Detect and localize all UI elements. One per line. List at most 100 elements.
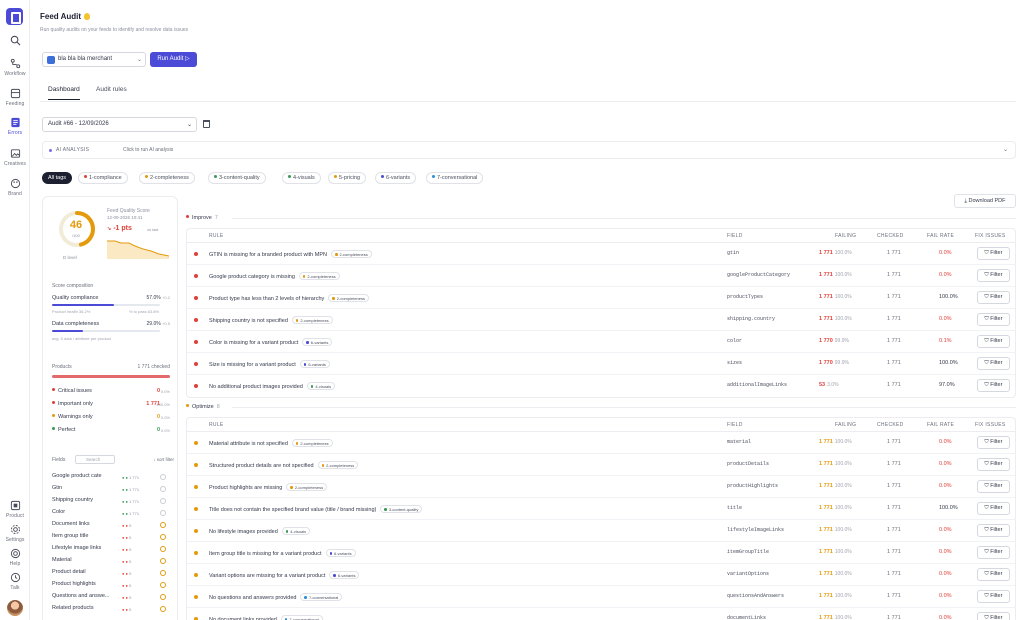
rail-errors[interactable]: Errors	[0, 117, 30, 136]
rule-tag[interactable]: 2-completeness	[317, 461, 359, 469]
field-cell: title	[727, 505, 743, 511]
fail-rate-cell: 100.0%	[939, 294, 958, 300]
products-row-critical[interactable]: Critical issues 0 0.0%	[52, 388, 170, 394]
filter-button[interactable]: ⛉ Filter	[977, 357, 1010, 370]
chip-visuals[interactable]: 4-visuals	[282, 172, 321, 184]
field-row[interactable]: Product highlights ● ● 0	[52, 581, 174, 591]
chip-label: 3-content-quality	[219, 175, 260, 181]
filter-button[interactable]: ⛉ Filter	[977, 480, 1010, 493]
products-bar	[52, 375, 170, 378]
health-label: Product health 36.2%	[52, 309, 91, 314]
tag-dot	[306, 341, 309, 344]
rule-tag[interactable]: 6-variants	[299, 360, 330, 368]
filter-button[interactable]: ⛉ Filter	[977, 590, 1010, 603]
field-row[interactable]: Product detail ● ● 0	[52, 569, 174, 579]
field-row[interactable]: Lifestyle image links ● ● 0	[52, 545, 174, 555]
field-row[interactable]: Google product cate ● ● 1 771	[52, 473, 174, 483]
rule-cell: Product type has less than 2 levels of h…	[209, 294, 370, 302]
rule-tag[interactable]: 2-completeness	[291, 439, 333, 447]
merchant-select[interactable]: bla bla bla merchant ⌄	[42, 52, 146, 67]
rail-settings[interactable]: Settings	[0, 524, 30, 543]
rule-tag[interactable]: 2-completeness	[331, 250, 372, 258]
filter-button[interactable]: ⛉ Filter	[977, 568, 1010, 581]
page-header: Feed Audit Run quality audits on your fe…	[40, 12, 188, 33]
rail-talk[interactable]: Talk	[0, 572, 30, 591]
field-name: Color	[52, 509, 66, 515]
field-name: Material	[52, 557, 72, 563]
rule-tag[interactable]: 4-visuals	[306, 382, 336, 390]
rail-feeding[interactable]: Feeding	[0, 88, 30, 107]
filter-button[interactable]: ⛉ Filter	[977, 335, 1010, 348]
field-row[interactable]: Color ● ● 1 771	[52, 509, 174, 519]
products-row-warnings[interactable]: Warnings only 0 0.0%	[52, 414, 170, 420]
download-pdf-button[interactable]: ⤓ Download PDF	[954, 194, 1016, 208]
rule-tag[interactable]: 2-completeness	[328, 294, 370, 302]
field-row[interactable]: Material ● ● 0	[52, 557, 174, 567]
rule-tag[interactable]: 2-completeness	[298, 272, 340, 280]
filter-button[interactable]: ⛉ Filter	[977, 247, 1010, 260]
failing-cell: 1 771 100.0%	[819, 483, 852, 489]
ai-analysis-link[interactable]: Click to run AI analysis	[123, 147, 173, 153]
rail-brand[interactable]: Brand	[0, 178, 30, 197]
tag-dot	[329, 552, 332, 555]
field-row[interactable]: Shipping country ● ● 1 771	[52, 497, 174, 507]
chip-variants[interactable]: 6-variants	[375, 172, 417, 184]
chip-completeness[interactable]: 2-completeness	[139, 172, 195, 184]
field-row[interactable]: Questions and answe... ● ● 0	[52, 593, 174, 603]
trash-icon[interactable]	[203, 120, 210, 128]
status-dot	[52, 388, 55, 391]
field-row[interactable]: Document links ● ● 0	[52, 521, 174, 531]
chip-compliance[interactable]: 1-compliance	[78, 172, 128, 184]
user-avatar[interactable]	[7, 600, 23, 616]
rail-creatives[interactable]: Creatives	[0, 148, 30, 167]
rule-tag[interactable]: 6-variants	[302, 338, 333, 346]
field-row[interactable]: Related products ● ● 0	[52, 605, 174, 615]
filter-button[interactable]: ⛉ Filter	[977, 313, 1010, 326]
filter-button[interactable]: ⛉ Filter	[977, 436, 1010, 449]
rule-tag[interactable]: 3-content-quality	[380, 505, 423, 513]
filter-button[interactable]: ⛉ Filter	[977, 458, 1010, 471]
field-cell: productHighlights	[727, 483, 779, 489]
optimize-count: 8	[216, 404, 220, 410]
chip-content-quality[interactable]: 3-content-quality	[208, 172, 266, 184]
chip-all-tags[interactable]: All tags	[42, 172, 73, 184]
quality-value: 57.0% +0.2	[147, 295, 170, 301]
filter-button[interactable]: ⛉ Filter	[977, 502, 1010, 515]
tab-dashboard[interactable]: Dashboard	[48, 86, 80, 100]
products-row-important[interactable]: Important only 1 771 100.0%	[52, 401, 170, 407]
chip-pricing[interactable]: 5-pricing	[328, 172, 367, 184]
run-audit-button[interactable]: Run Audit ▷	[150, 52, 197, 67]
rail-help[interactable]: Help	[0, 548, 30, 567]
audit-select[interactable]: Audit #66 - 12/09/2026 ⌄	[42, 117, 197, 132]
rail-workflow[interactable]: Workflow	[0, 58, 30, 77]
rule-tag[interactable]: 4-visuals	[281, 527, 311, 535]
tag-label: 2-completeness	[326, 463, 355, 468]
filter-button[interactable]: ⛉ Filter	[977, 291, 1010, 304]
errors-icon	[10, 117, 20, 128]
filter-button[interactable]: ⛉ Filter	[977, 612, 1010, 620]
products-row-perfect[interactable]: Perfect 0 0.0%	[52, 427, 170, 433]
tag-dot	[214, 175, 217, 178]
filter-button[interactable]: ⛉ Filter	[977, 546, 1010, 559]
ai-analysis-bar[interactable]: AI ANALYSIS Click to run AI analysis ⌄	[42, 141, 1016, 159]
app-logo[interactable]	[6, 8, 23, 25]
rule-tag[interactable]: 7-conversational	[300, 593, 343, 601]
chip-conversational[interactable]: 7-conversational	[426, 172, 484, 184]
field-row[interactable]: Item group title ● ● 0	[52, 533, 174, 543]
filter-button[interactable]: ⛉ Filter	[977, 269, 1010, 282]
rail-product[interactable]: Product	[0, 500, 30, 519]
filter-button[interactable]: ⛉ Filter	[977, 524, 1010, 537]
rule-tag[interactable]: 2-completeness	[286, 483, 328, 491]
fields-search-input[interactable]: Search	[75, 455, 115, 464]
rule-tag[interactable]: 6-variants	[329, 571, 360, 579]
tab-audit-rules[interactable]: Audit rules	[96, 86, 127, 99]
rule-tag[interactable]: 2-completeness	[291, 316, 333, 324]
filter-button[interactable]: ⛉ Filter	[977, 379, 1010, 392]
field-row[interactable]: Gtin ● ● 1 771	[52, 485, 174, 495]
severity-dot	[194, 384, 198, 388]
rail-search[interactable]	[0, 35, 30, 46]
fields-sort-button[interactable]: ↓ sort filter	[153, 457, 174, 462]
failing-percent: 100.0%	[834, 439, 852, 445]
rule-tag[interactable]: 7-conversational	[280, 615, 323, 620]
rule-tag[interactable]: 6-variants	[325, 549, 356, 557]
